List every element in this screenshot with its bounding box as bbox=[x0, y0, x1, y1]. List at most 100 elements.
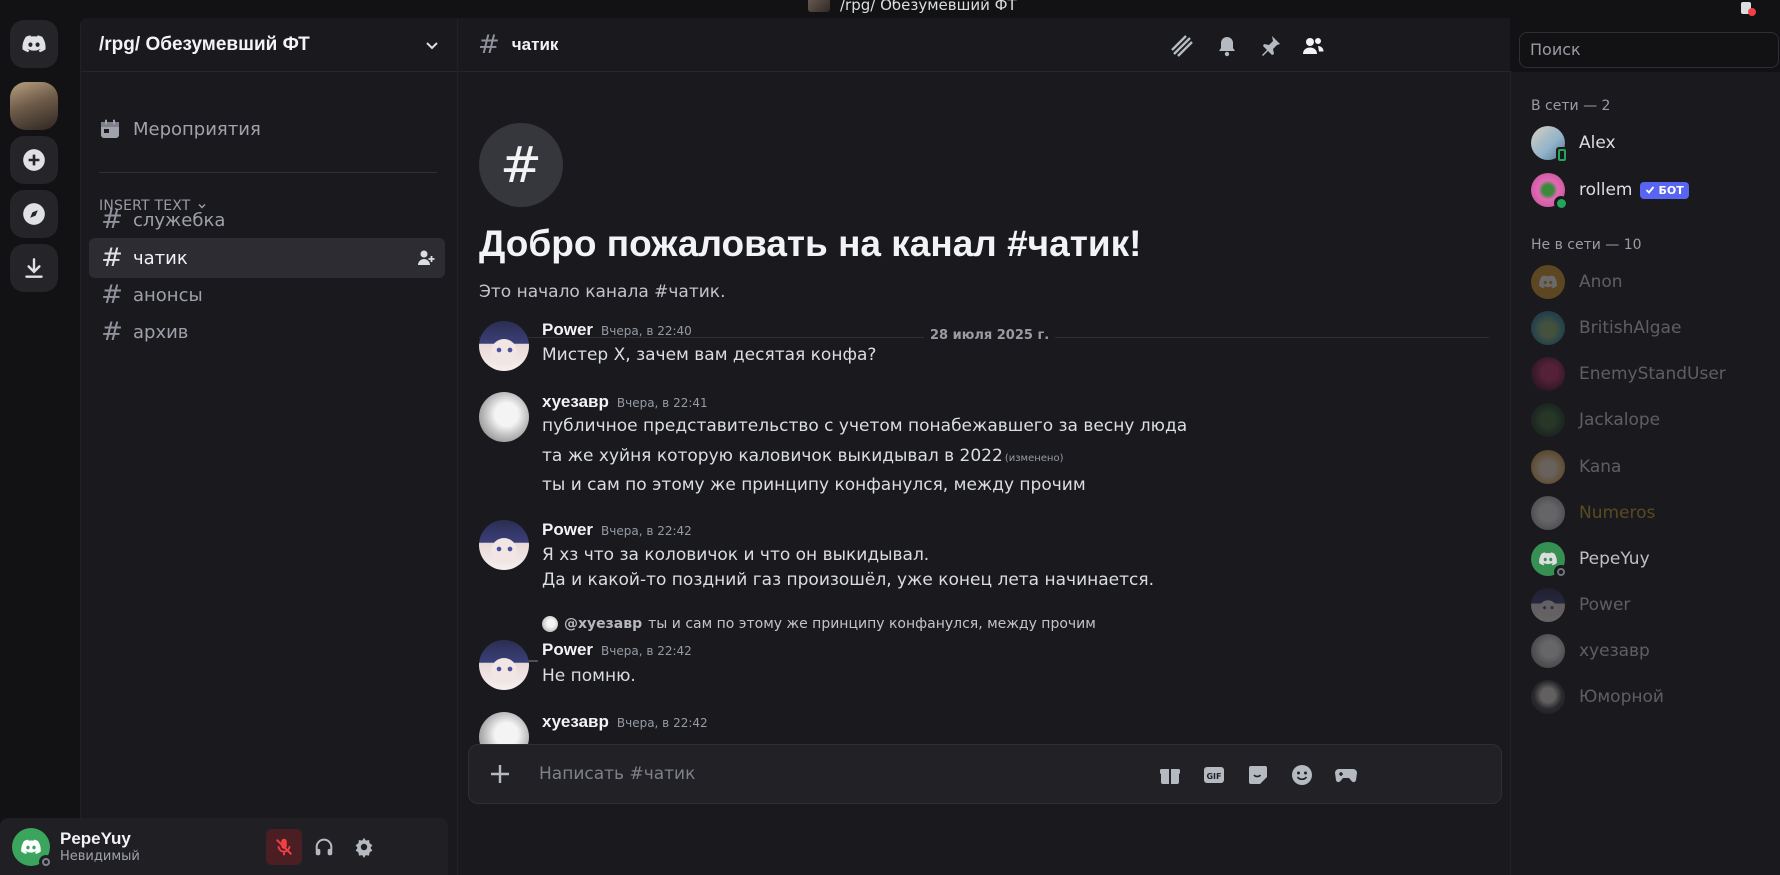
avatar bbox=[1531, 496, 1565, 530]
message-timestamp: Вчера, в 22:42 bbox=[601, 524, 692, 538]
member-group-offline: Не в сети — 10 bbox=[1531, 237, 1642, 253]
channel-welcome-icon: # bbox=[479, 123, 563, 207]
avatar bbox=[1531, 634, 1565, 668]
message-header: хуезавр Вчера, в 22:42 bbox=[542, 712, 708, 732]
gift-icon[interactable] bbox=[1157, 762, 1183, 788]
server-icon-rpg[interactable] bbox=[10, 82, 58, 130]
member-name: Kana bbox=[1579, 457, 1622, 477]
member-item[interactable]: EnemyStandUser bbox=[1531, 353, 1771, 395]
member-item[interactable]: rollem БОТ bbox=[1531, 169, 1771, 211]
member-name: Anon bbox=[1579, 272, 1623, 292]
text-channel-icon: # bbox=[101, 317, 123, 347]
home-button[interactable] bbox=[10, 20, 58, 68]
avatar[interactable] bbox=[479, 640, 529, 690]
avatar[interactable] bbox=[479, 321, 529, 371]
sticker-icon[interactable] bbox=[1245, 762, 1271, 788]
microphone-muted-icon bbox=[275, 838, 293, 856]
member-item[interactable]: Юморной bbox=[1531, 676, 1771, 718]
message-text: публичное представительство с учетом пон… bbox=[542, 416, 1188, 436]
create-invite-icon[interactable] bbox=[417, 249, 435, 267]
member-item-self[interactable]: PepeYuy bbox=[1531, 538, 1771, 580]
member-name: Power bbox=[1579, 595, 1631, 615]
user-status: Невидимый bbox=[60, 849, 140, 864]
emoji-icon[interactable] bbox=[1289, 762, 1315, 788]
member-name: PepeYuy bbox=[1579, 549, 1650, 569]
member-item[interactable]: Kana bbox=[1531, 446, 1771, 488]
member-item[interactable]: Jackalope bbox=[1531, 399, 1771, 441]
member-item[interactable]: Alex bbox=[1531, 122, 1771, 164]
user-info[interactable]: PepeYuy Невидимый bbox=[60, 829, 140, 864]
message-author[interactable]: Power bbox=[542, 320, 593, 339]
avatar bbox=[1531, 126, 1568, 163]
search-input[interactable]: Поиск bbox=[1519, 32, 1779, 68]
mobile-online-status-icon bbox=[1556, 147, 1568, 163]
text-channel-icon: # bbox=[101, 243, 123, 273]
gamepad-icon[interactable] bbox=[1333, 762, 1359, 788]
member-name: Numeros bbox=[1579, 503, 1656, 523]
avatar[interactable] bbox=[479, 520, 529, 570]
user-avatar[interactable] bbox=[12, 827, 53, 869]
avatar bbox=[1531, 450, 1565, 484]
member-item[interactable]: хуезавр bbox=[1531, 630, 1771, 672]
discord-logo-icon bbox=[21, 839, 41, 854]
avatar bbox=[1531, 542, 1568, 579]
channel-item-active[interactable]: # чатик bbox=[89, 238, 445, 278]
guild-header[interactable]: /rpg/ Обезумевший ФТ bbox=[81, 18, 458, 72]
attach-plus-icon[interactable] bbox=[487, 761, 513, 787]
window-title: /rpg/ Обезумевший ФТ bbox=[808, 0, 1017, 14]
notification-dot bbox=[1748, 8, 1756, 16]
message-author[interactable]: хуезавр bbox=[542, 712, 609, 731]
member-item[interactable]: BritishAlgae bbox=[1531, 307, 1771, 349]
member-name: Jackalope bbox=[1579, 410, 1661, 430]
channel-item[interactable]: # анонсы bbox=[89, 275, 445, 315]
channel-item[interactable]: # архив bbox=[89, 312, 445, 352]
pin-icon[interactable] bbox=[1258, 34, 1282, 58]
member-item[interactable]: Numeros bbox=[1531, 492, 1771, 534]
member-name: EnemyStandUser bbox=[1579, 364, 1726, 384]
tray-icon[interactable] bbox=[1740, 0, 1756, 16]
member-item[interactable]: Anon bbox=[1531, 261, 1771, 303]
bell-icon[interactable] bbox=[1215, 34, 1239, 58]
events-item[interactable]: Мероприятия bbox=[99, 118, 261, 140]
calendar-icon bbox=[101, 119, 119, 138]
message-header: хуезавр Вчера, в 22:41 bbox=[542, 392, 708, 412]
text-channel-icon: # bbox=[478, 29, 500, 60]
window-title-text: /rpg/ Обезумевший ФТ bbox=[840, 0, 1017, 14]
members-list-icon[interactable] bbox=[1301, 34, 1325, 58]
avatar bbox=[1531, 357, 1565, 391]
reply-preview[interactable]: @хуезавр ты и сам по этому же принципу к… bbox=[542, 616, 1096, 632]
gif-icon[interactable]: GIF bbox=[1201, 762, 1227, 788]
channel-label: служебка bbox=[133, 209, 226, 231]
member-name: BritishAlgae bbox=[1579, 318, 1682, 338]
message-timestamp: Вчера, в 22:41 bbox=[616, 396, 708, 410]
discover-button[interactable] bbox=[10, 190, 58, 238]
add-server-button[interactable] bbox=[10, 136, 58, 184]
avatar bbox=[1531, 311, 1565, 345]
deafen-button[interactable] bbox=[306, 829, 342, 865]
avatar[interactable] bbox=[479, 392, 529, 442]
message-timestamp: Вчера, в 22:42 bbox=[601, 644, 692, 658]
edited-marker: (изменено) bbox=[1004, 453, 1064, 464]
message-composer[interactable]: Написать #чатик GIF bbox=[468, 744, 1502, 804]
mute-button[interactable] bbox=[266, 829, 302, 865]
message-author[interactable]: хуезавр bbox=[542, 392, 609, 411]
download-apps-button[interactable] bbox=[10, 244, 58, 292]
chevron-down-icon bbox=[426, 41, 438, 49]
username: PepeYuy bbox=[60, 829, 131, 848]
message-timestamp: Вчера, в 22:42 bbox=[616, 716, 708, 730]
user-settings-button[interactable] bbox=[346, 829, 382, 865]
message-author[interactable]: Power bbox=[542, 640, 593, 659]
avatar bbox=[1531, 588, 1565, 622]
discord-logo-icon bbox=[1539, 552, 1557, 566]
reply-author: @хуезавр bbox=[564, 616, 643, 632]
date-divider-label: 28 июля 2025 г. bbox=[924, 328, 1056, 343]
message-header: Power Вчера, в 22:42 bbox=[542, 640, 692, 660]
member-name: rollem bbox=[1579, 180, 1633, 200]
threads-icon[interactable] bbox=[1170, 34, 1194, 58]
message-author[interactable]: Power bbox=[542, 520, 593, 539]
download-icon bbox=[25, 258, 43, 278]
message-input-placeholder[interactable]: Написать #чатик bbox=[539, 764, 695, 784]
message-text: Я хз что за коловичок и что он выкидывал… bbox=[542, 545, 930, 565]
member-item[interactable]: Power bbox=[1531, 584, 1771, 626]
channel-item[interactable]: # служебка bbox=[89, 200, 445, 240]
